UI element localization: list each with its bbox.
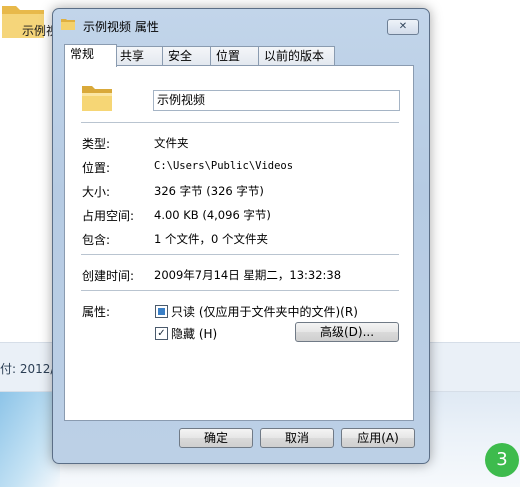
- advanced-button[interactable]: 高级(D)...: [295, 322, 399, 342]
- apply-button[interactable]: 应用(A): [341, 428, 415, 448]
- tab-previous-versions[interactable]: 以前的版本: [258, 46, 335, 65]
- tab-sharing[interactable]: 共享: [114, 46, 163, 65]
- folder-icon: [61, 19, 75, 30]
- readonly-checkbox[interactable]: [155, 305, 168, 318]
- size-label: 大小:: [82, 185, 111, 199]
- general-tab-panel: 示例视频 类型: 文件夹 位置: C:\Users\Public\Videos …: [64, 65, 414, 421]
- location-value: C:\Users\Public\Videos: [154, 160, 294, 172]
- cancel-button[interactable]: 取消: [260, 428, 334, 448]
- contains-value: 1 个文件，0 个文件夹: [154, 232, 268, 246]
- background-desktop-swoosh: [0, 392, 60, 487]
- tab-security[interactable]: 安全: [162, 46, 211, 65]
- ok-button[interactable]: 确定: [179, 428, 253, 448]
- tab-location[interactable]: 位置: [210, 46, 259, 65]
- folder-icon: [82, 86, 112, 111]
- created-value: 2009年7月14日 星期二，13:32:38: [154, 268, 342, 282]
- close-button[interactable]: ✕: [387, 19, 419, 35]
- type-label: 类型:: [82, 137, 111, 151]
- type-value: 文件夹: [154, 136, 189, 150]
- attributes-label: 属性:: [82, 305, 111, 319]
- created-label: 创建时间:: [82, 269, 135, 283]
- hidden-checkbox[interactable]: ✓: [155, 327, 168, 340]
- hidden-label: 隐藏 (H): [171, 327, 218, 341]
- properties-dialog: 示例视频 属性 ✕ 常规 共享 安全 位置 以前的版本 示例视频 类型: 文件夹…: [52, 8, 430, 464]
- folder-name-input[interactable]: 示例视频: [153, 90, 400, 111]
- divider: [81, 254, 399, 255]
- divider: [81, 290, 399, 291]
- readonly-label: 只读 (仅应用于文件夹中的文件)(R): [171, 305, 358, 319]
- divider: [81, 122, 399, 123]
- size-on-disk-value: 4.00 KB (4,096 字节): [154, 208, 271, 222]
- location-label: 位置:: [82, 161, 111, 175]
- tab-general[interactable]: 常规: [64, 44, 117, 67]
- dialog-title: 示例视频 属性: [83, 20, 159, 34]
- contains-label: 包含:: [82, 233, 111, 247]
- size-on-disk-label: 占用空间:: [82, 209, 135, 223]
- step-badge: 3: [485, 443, 519, 477]
- size-value: 326 字节 (326 字节): [154, 184, 264, 198]
